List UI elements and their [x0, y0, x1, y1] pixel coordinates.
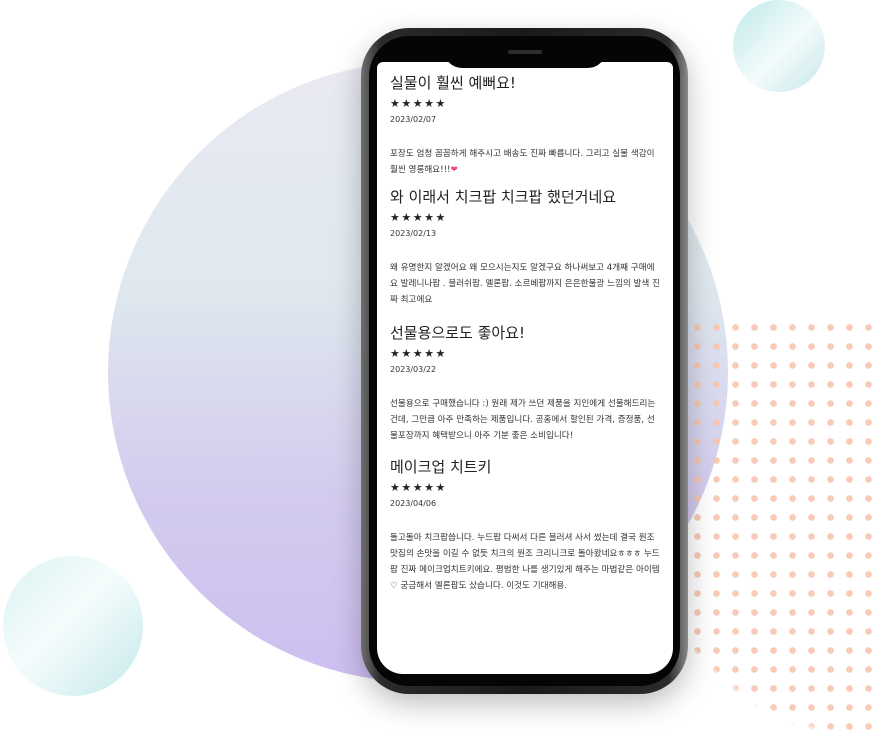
review-title: 와 이래서 치크팝 치크팝 했던거네요 — [390, 188, 617, 206]
review-body: 선물용으로 구매했습니다 :) 원래 제가 쓰던 제품을 지인에게 선물해드리는… — [390, 399, 656, 441]
review-title: 실물이 훨씬 예뻐요! — [390, 74, 516, 92]
review-date: 2023/03/22 — [390, 365, 437, 374]
star-rating: ★★★★★ — [390, 211, 447, 224]
background-circle-top-right — [733, 0, 825, 92]
review-item: 메이크업 치트키 ★★★★★ 2023/04/06 돌고돌아 치크팝씁니다. 누… — [390, 456, 660, 594]
review-date: 2023/04/06 — [390, 499, 437, 508]
review-list: 실물이 훨씬 예뻐요! ★★★★★ 2023/02/07 포장도 엄청 꼼꼼하게… — [390, 72, 660, 594]
review-body: 포장도 엄청 꼼꼼하게 해주시고 배송도 진짜 빠릅니다. 그리고 실물 색감이… — [390, 146, 660, 178]
phone-screen[interactable]: 실물이 훨씬 예뻐요! ★★★★★ 2023/02/07 포장도 엄청 꼼꼼하게… — [377, 62, 673, 674]
review-title: 메이크업 치트키 — [390, 458, 492, 476]
review-item: 실물이 훨씬 예뻐요! ★★★★★ 2023/02/07 포장도 엄청 꼼꼼하게… — [390, 72, 660, 178]
background-circle-bottom-left — [3, 556, 143, 696]
review-date: 2023/02/13 — [390, 229, 437, 238]
review-date: 2023/02/07 — [390, 115, 437, 124]
star-rating: ★★★★★ — [390, 481, 447, 494]
review-item: 와 이래서 치크팝 치크팝 했던거네요 ★★★★★ 2023/02/13 왜 유… — [390, 186, 660, 308]
speaker-grille — [508, 50, 542, 54]
star-rating: ★★★★★ — [390, 347, 447, 360]
star-rating: ★★★★★ — [390, 97, 447, 110]
review-title: 선물용으로도 좋아요! — [390, 324, 525, 342]
review-item: 선물용으로도 좋아요! ★★★★★ 2023/03/22 선물용으로 구매했습니… — [390, 322, 660, 444]
heart-icon: ❤ — [450, 165, 458, 175]
review-body: 돌고돌아 치크팝씁니다. 누드팝 다써서 다른 블러셔 사서 썼는데 결국 원조… — [390, 533, 660, 591]
review-text: 포장도 엄청 꼼꼼하게 해주시고 배송도 진짜 빠릅니다. 그리고 실물 색감이… — [390, 149, 655, 175]
review-body: 왜 유명한지 알겠어요 왜 모으시는지도 알겠구요 하나써보고 4개째 구매에요… — [390, 263, 660, 305]
